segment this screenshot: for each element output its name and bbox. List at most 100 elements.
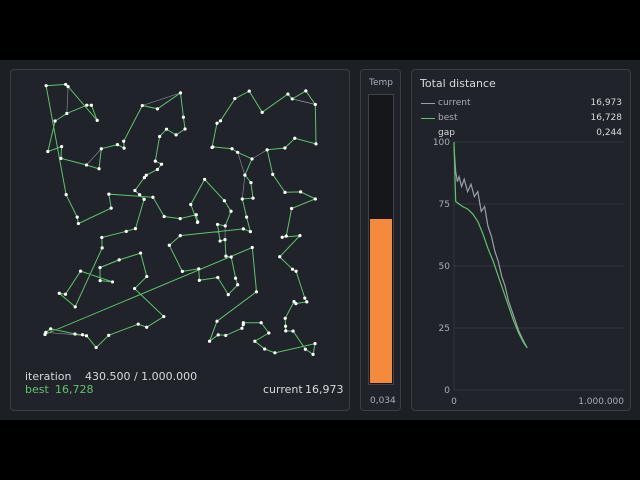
city-point	[97, 167, 101, 171]
distance-line-chart: 0 25 50 75 100 0 1.000.000	[433, 138, 624, 407]
city-point	[110, 280, 115, 284]
city-point	[53, 119, 57, 123]
city-point	[303, 347, 307, 351]
city-point	[89, 103, 93, 107]
city-point	[142, 176, 147, 180]
city-point	[196, 220, 200, 224]
cities	[43, 82, 318, 357]
city-point	[313, 341, 317, 346]
city-point	[284, 324, 288, 328]
city-point	[313, 197, 317, 201]
current-distance-value: 16,973	[305, 383, 344, 396]
y-tick-label: 100	[433, 138, 450, 148]
city-point	[158, 134, 162, 139]
city-point	[107, 192, 111, 196]
city-point	[167, 243, 171, 247]
city-point	[80, 333, 85, 337]
temperature-value: 0,034	[370, 396, 396, 406]
distance-chart-panel: Total distance current 16,973 best 16,72…	[411, 69, 631, 411]
city-point	[145, 325, 149, 329]
app-stage: iteration 430.500 / 1.000.000 best 16,72…	[0, 60, 640, 420]
temperature-panel: Temp 0,034	[360, 69, 401, 411]
city-point	[224, 254, 228, 258]
city-point	[84, 334, 89, 338]
city-point	[133, 188, 137, 193]
city-point	[73, 332, 77, 336]
city-point	[140, 103, 144, 108]
city-point	[122, 146, 126, 150]
city-point	[117, 258, 121, 262]
city-point	[64, 193, 68, 197]
city-point	[224, 333, 228, 338]
city-point	[203, 177, 207, 181]
city-point	[229, 209, 233, 213]
city-point	[57, 291, 61, 295]
city-point	[178, 91, 183, 95]
city-point	[107, 333, 111, 337]
city-point	[100, 246, 104, 250]
city-point	[222, 199, 227, 203]
series-best-line	[453, 141, 528, 349]
city-point	[260, 110, 264, 114]
city-point	[313, 102, 317, 107]
city-point	[305, 300, 309, 304]
city-point	[236, 150, 240, 154]
city-point	[314, 142, 318, 146]
city-point	[283, 146, 287, 150]
city-point	[278, 255, 282, 259]
city-point	[294, 269, 298, 273]
city-point	[197, 267, 201, 271]
city-point	[265, 148, 269, 152]
city-point	[280, 235, 284, 239]
city-point	[283, 316, 287, 320]
city-point	[94, 345, 98, 350]
city-point	[164, 127, 169, 131]
city-point	[298, 190, 303, 194]
city-point	[136, 322, 140, 326]
city-point	[100, 235, 104, 240]
city-point	[236, 283, 240, 287]
city-point	[98, 279, 102, 283]
city-point	[183, 127, 187, 131]
city-point	[162, 314, 166, 319]
current-tour-edge	[86, 148, 102, 166]
temperature-gauge	[368, 94, 394, 385]
city-point	[98, 265, 102, 270]
city-point	[218, 119, 223, 123]
city-point	[290, 97, 294, 101]
city-point	[59, 156, 63, 160]
city-point	[292, 300, 296, 304]
city-point	[259, 321, 263, 325]
best-label: best	[25, 383, 49, 396]
city-point	[223, 238, 227, 242]
y-tick-label: 75	[439, 200, 450, 210]
iteration-counter: 430.500 / 1.000.000	[85, 370, 198, 383]
city-point	[174, 133, 178, 137]
city-point	[289, 206, 294, 211]
city-point	[298, 234, 302, 238]
city-point	[181, 115, 185, 119]
city-point	[178, 216, 182, 221]
y-tick-label: 0	[444, 386, 450, 396]
city-point	[250, 245, 254, 250]
city-point	[249, 180, 253, 185]
city-point	[178, 234, 182, 238]
city-point	[273, 351, 277, 355]
city-point	[253, 339, 257, 343]
best-distance-value: 16,728	[55, 383, 94, 396]
city-point	[291, 329, 295, 333]
city-point	[133, 227, 138, 231]
city-point	[132, 286, 137, 291]
city-point	[244, 215, 249, 219]
city-point	[211, 145, 215, 149]
current-label: current	[263, 383, 303, 396]
city-point	[95, 118, 99, 122]
city-point	[286, 92, 290, 96]
y-tick-label: 25	[439, 324, 450, 334]
city-point	[240, 197, 244, 201]
city-point	[303, 296, 307, 300]
city-point	[194, 213, 198, 217]
city-point	[115, 142, 120, 147]
city-point	[240, 326, 244, 330]
city-point	[254, 290, 259, 294]
